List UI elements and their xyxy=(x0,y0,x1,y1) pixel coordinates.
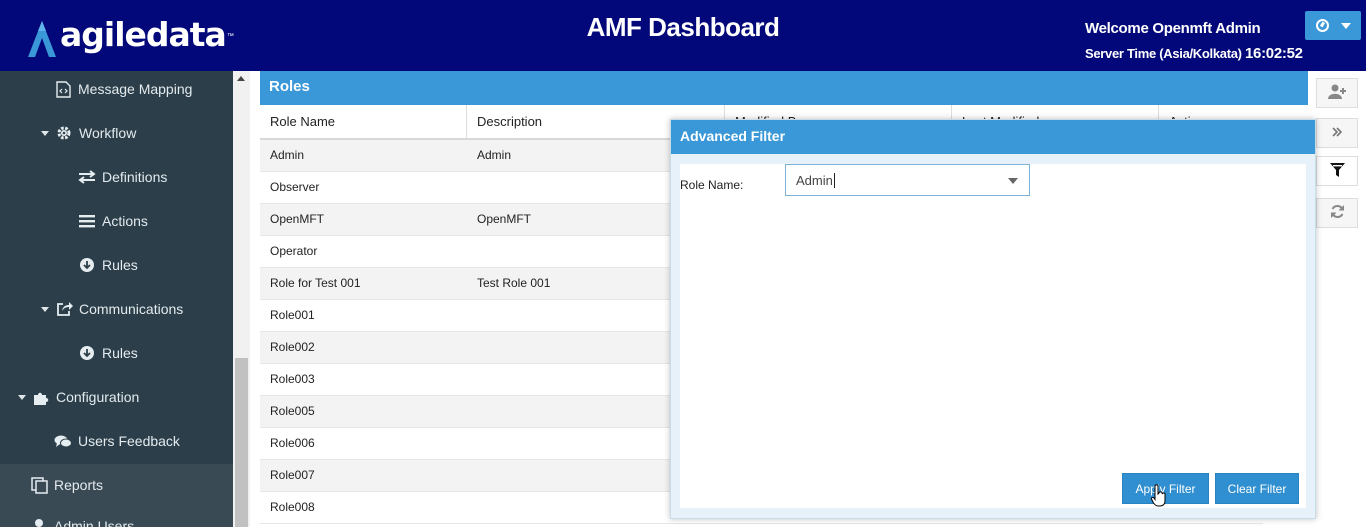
sidebar-item-label: Definitions xyxy=(102,169,168,185)
role-name-select[interactable]: Admin xyxy=(785,164,1030,196)
scrollbar-thumb[interactable] xyxy=(235,358,248,527)
cell-role-name: Role for Test 001 xyxy=(270,276,361,290)
cell-role-name: Role001 xyxy=(270,308,315,322)
sidebar-item-label: Configuration xyxy=(56,389,140,405)
advanced-filter-button[interactable] xyxy=(1316,156,1358,186)
advanced-filter-dialog: Advanced Filter Role Name: Admin Apply F… xyxy=(670,119,1316,519)
dialog-title: Advanced Filter xyxy=(671,120,1315,154)
cell-role-name: OpenMFT xyxy=(270,212,325,226)
sidebar-item-communications-rules[interactable]: Rules xyxy=(78,343,138,363)
server-time-label: Server Time (Asia/Kolkata) xyxy=(1085,46,1242,61)
column-header-role-name[interactable]: Role Name xyxy=(260,105,467,138)
cell-role-name: Role008 xyxy=(270,500,315,514)
caret-down-icon xyxy=(18,394,26,400)
cell-role-name: Role005 xyxy=(270,404,315,418)
server-time: Server Time (Asia/Kolkata) 16:02:52 xyxy=(1085,45,1303,62)
settings-icon xyxy=(1315,19,1329,32)
exchange-icon xyxy=(78,168,96,186)
dialog-body: Role Name: Admin Apply Filter Clear Filt… xyxy=(680,164,1306,508)
caret-down-icon xyxy=(41,130,49,136)
sidebar-item-label: Workflow xyxy=(79,125,137,141)
hand-pointer-icon xyxy=(1150,484,1167,511)
cell-role-name: Role002 xyxy=(270,340,315,354)
sidebar-item-communications[interactable]: Communications xyxy=(41,299,183,319)
refresh-icon xyxy=(1330,204,1345,222)
cell-role-name: Role006 xyxy=(270,436,315,450)
copy-icon xyxy=(30,476,48,494)
logo-mark-icon xyxy=(28,21,56,57)
sidebar-item-configuration[interactable]: Configuration xyxy=(18,387,139,407)
cell-role-name: Operator xyxy=(270,244,318,258)
sidebar-item-workflow[interactable]: Workflow xyxy=(41,123,136,143)
comments-icon xyxy=(54,432,72,450)
cell-role-name: Role007 xyxy=(270,468,315,482)
expand-panel-button[interactable] xyxy=(1316,118,1358,148)
sidebar-item-label: Rules xyxy=(102,257,138,273)
sidebar-item-admin-users[interactable]: Admin Users xyxy=(30,516,134,527)
sidebar-item-message-mapping[interactable]: Message Mapping xyxy=(54,79,192,99)
sidebar-item-definitions[interactable]: Definitions xyxy=(78,167,167,187)
sidebar-item-label: Reports xyxy=(54,477,104,493)
roles-panel-title: Roles xyxy=(260,71,1308,105)
scroll-up-arrow-icon[interactable] xyxy=(237,76,245,81)
sidebar-item-label: Rules xyxy=(102,345,138,361)
caret-down-icon xyxy=(41,306,49,312)
filter-icon xyxy=(1329,162,1345,181)
chevron-down-icon xyxy=(1340,22,1351,29)
cell-role-name: Admin xyxy=(270,148,305,162)
puzzle-icon xyxy=(32,388,50,406)
sidebar-item-label: Admin Users xyxy=(54,518,135,527)
sidebar-scrollbar[interactable] xyxy=(233,71,250,527)
double-chevron-right-icon xyxy=(1331,125,1343,141)
sidebar-item-label: Message Mapping xyxy=(78,81,193,97)
sidebar-item-label: Communications xyxy=(79,301,184,317)
cell-role-name: Role003 xyxy=(270,372,315,386)
welcome-text: Welcome Openmft Admin xyxy=(1085,20,1261,37)
sidebar-item-workflow-rules[interactable]: Rules xyxy=(78,255,138,275)
chevron-down-icon xyxy=(1008,178,1018,184)
add-role-button[interactable] xyxy=(1316,78,1358,108)
refresh-button[interactable] xyxy=(1316,198,1358,228)
cell-role-name: Observer xyxy=(270,180,320,194)
sidebar-item-label: Actions xyxy=(102,213,148,229)
server-time-value: 16:02:52 xyxy=(1245,45,1303,62)
text-cursor xyxy=(833,172,835,188)
download-circle-icon xyxy=(78,256,96,274)
user-menu-button[interactable] xyxy=(1305,11,1361,40)
agiledata-logo[interactable]: agiledata ™ xyxy=(22,12,234,60)
sidebar-item-users-feedback[interactable]: Users Feedback xyxy=(54,431,180,451)
logo-wordmark: agiledata xyxy=(60,14,227,54)
clear-filter-button[interactable]: Clear Filter xyxy=(1215,473,1299,504)
top-header: agiledata ™ AMF Dashboard Welcome Openmf… xyxy=(0,0,1366,71)
sidebar-item-reports[interactable]: Reports xyxy=(30,475,103,495)
sidebar-item-label: Users Feedback xyxy=(78,433,180,449)
download-circle-icon xyxy=(78,344,96,362)
logo-trademark: ™ xyxy=(226,32,234,40)
sidebar-item-actions[interactable]: Actions xyxy=(78,211,148,231)
role-name-label: Role Name: xyxy=(680,178,744,192)
share-square-icon xyxy=(55,300,73,318)
add-user-icon xyxy=(1327,84,1347,102)
role-name-select-value: Admin xyxy=(796,172,833,188)
user-icon xyxy=(30,517,48,527)
sidebar: Message Mapping Workflow Definitions Act… xyxy=(0,71,233,527)
list-icon xyxy=(78,212,96,230)
gear-icon xyxy=(55,124,73,142)
file-code-icon xyxy=(54,80,72,98)
